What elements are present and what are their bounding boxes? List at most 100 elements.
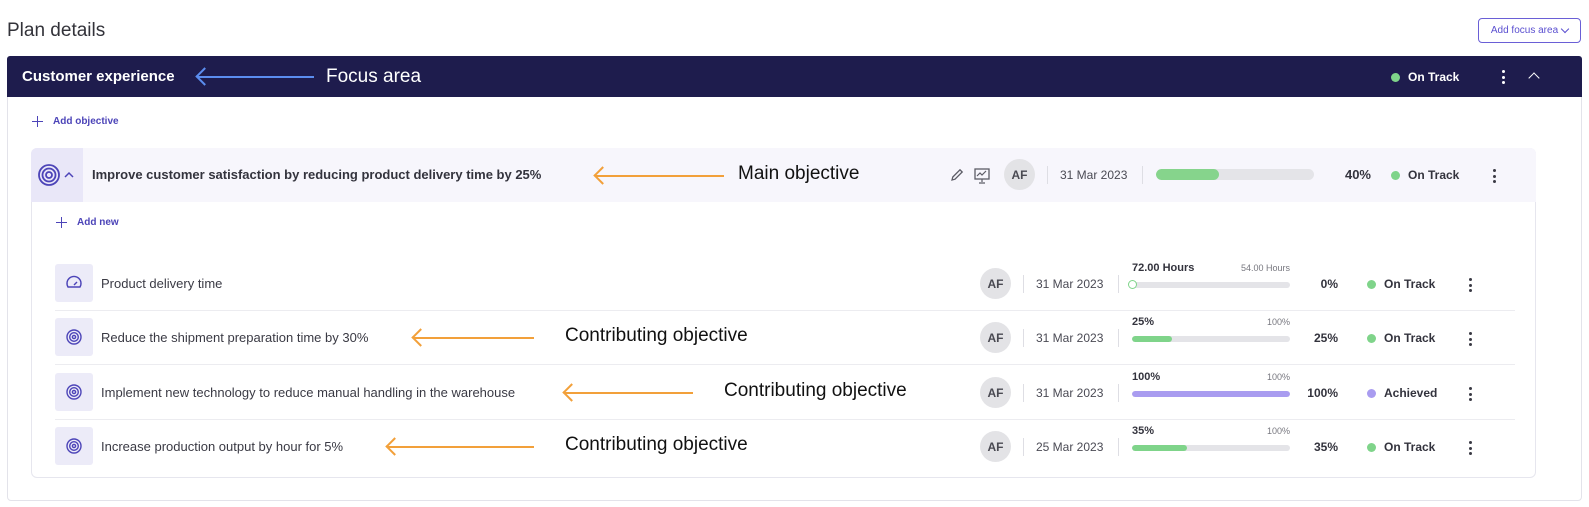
main-objective-icon-box[interactable]	[31, 148, 83, 202]
due-date: 31 Mar 2023	[1036, 331, 1104, 345]
annotation-arrow	[593, 166, 724, 185]
contributing-row[interactable]: Increase production output by hour for 5…	[55, 420, 1515, 474]
annotation-arrow	[385, 437, 534, 456]
add-new-label: Add new	[77, 217, 119, 228]
contributing-title: Increase production output by hour for 5…	[101, 439, 344, 454]
current-value: 35%	[1132, 425, 1155, 437]
plus-icon	[32, 116, 43, 127]
row-more-icon[interactable]	[1469, 441, 1473, 455]
focus-area-name: Customer experience	[22, 68, 175, 85]
objective-more-icon[interactable]	[1493, 169, 1497, 183]
divider	[1023, 275, 1024, 293]
plus-icon	[56, 217, 67, 228]
progress-start-marker	[1128, 280, 1137, 289]
target-icon	[66, 329, 82, 345]
current-value: 25%	[1132, 316, 1155, 328]
due-date: 31 Mar 2023	[1036, 277, 1104, 291]
contributing-title: Implement new technology to reduce manua…	[101, 385, 516, 400]
add-objective-label: Add objective	[53, 116, 119, 127]
edit-pencil-icon[interactable]	[949, 167, 965, 183]
row-more-icon[interactable]	[1469, 332, 1473, 346]
progress-bar	[1132, 445, 1290, 451]
status-label: On Track	[1384, 440, 1436, 454]
status-badge: Achieved	[1367, 386, 1437, 400]
status-badge: On Track	[1391, 168, 1459, 182]
status-label: On Track	[1408, 168, 1460, 182]
status-label: On Track	[1384, 277, 1436, 291]
divider	[1118, 275, 1119, 293]
avatar[interactable]: AF	[980, 268, 1011, 299]
status-dot-icon	[1367, 333, 1376, 343]
annotation-contributing-objective: Contributing objective	[724, 380, 907, 401]
focus-area-more-icon[interactable]	[1502, 70, 1506, 84]
collapse-chevron-up-icon[interactable]	[1528, 72, 1540, 84]
status-dot-icon	[1367, 442, 1376, 452]
annotation-contributing-objective: Contributing objective	[565, 434, 748, 455]
divider	[1023, 329, 1024, 347]
check-in-chart-icon[interactable]	[973, 167, 991, 184]
status-dot-icon	[1391, 170, 1400, 180]
main-objective-title: Improve customer satisfaction by reducin…	[92, 167, 542, 182]
progress-percent: 0%	[1320, 277, 1338, 291]
row-more-icon[interactable]	[1469, 387, 1473, 401]
target-value: 54.00 Hours	[1240, 263, 1290, 273]
status-dot-icon	[1367, 279, 1376, 289]
avatar[interactable]: AF	[1004, 159, 1035, 190]
target-value: 100%	[1266, 426, 1290, 436]
row-more-icon[interactable]	[1469, 278, 1473, 292]
add-focus-area-button[interactable]: Add focus area	[1478, 18, 1581, 43]
target-value: 100%	[1266, 317, 1290, 327]
progress-percent: 40%	[1344, 167, 1371, 182]
progress-bar-fill	[1132, 391, 1290, 397]
annotation-main-objective: Main objective	[738, 163, 860, 184]
divider	[1118, 329, 1119, 347]
divider	[1142, 166, 1143, 184]
add-focus-area-label: Add focus area	[1490, 25, 1559, 36]
contributing-row[interactable]: Product delivery time AF 31 Mar 2023 72.…	[55, 257, 1515, 311]
sub-icon-box	[55, 264, 93, 302]
status-badge: On Track	[1367, 277, 1435, 291]
add-objective-button[interactable]: Add objective	[32, 116, 119, 127]
avatar[interactable]: AF	[980, 431, 1011, 462]
sub-icon-box	[55, 373, 93, 411]
speedometer-icon	[66, 275, 82, 288]
annotation-arrow	[195, 67, 314, 86]
avatar[interactable]: AF	[980, 377, 1011, 408]
add-new-button[interactable]: Add new	[56, 217, 119, 228]
focus-area-status: On Track	[1391, 70, 1459, 84]
progress-bar	[1156, 169, 1314, 180]
focus-area-status-label: On Track	[1408, 70, 1460, 84]
progress-bar	[1132, 336, 1290, 342]
contributing-title: Product delivery time	[101, 276, 223, 291]
status-label: On Track	[1384, 331, 1436, 345]
progress-bar-fill	[1132, 336, 1172, 342]
divider	[1023, 384, 1024, 402]
annotation-arrow	[562, 383, 693, 402]
status-dot-icon	[1391, 72, 1400, 82]
page-title: Plan details	[7, 20, 106, 41]
avatar[interactable]: AF	[980, 322, 1011, 353]
chevron-down-icon	[1560, 24, 1570, 34]
current-value: 100%	[1132, 371, 1161, 383]
annotation-arrow	[411, 328, 534, 347]
progress-bar	[1132, 391, 1290, 397]
status-dot-icon	[1367, 388, 1376, 398]
status-label: Achieved	[1384, 386, 1438, 400]
target-value: 100%	[1266, 372, 1290, 382]
progress-bar	[1132, 282, 1290, 288]
target-icon	[66, 384, 82, 400]
divider	[1047, 166, 1048, 184]
contributing-row[interactable]: Reduce the shipment preparation time by …	[55, 311, 1515, 365]
divider	[1118, 438, 1119, 456]
progress-percent: 25%	[1313, 331, 1338, 345]
due-date: 31 Mar 2023	[1060, 168, 1128, 182]
due-date: 25 Mar 2023	[1036, 440, 1104, 454]
progress-bar-fill	[1156, 169, 1220, 180]
divider	[1118, 384, 1119, 402]
status-badge: On Track	[1367, 440, 1435, 454]
annotation-contributing-objective: Contributing objective	[565, 325, 748, 346]
annotation-focus-area: Focus area	[326, 66, 422, 87]
contributing-title: Reduce the shipment preparation time by …	[101, 330, 369, 345]
target-icon	[66, 438, 82, 454]
due-date: 31 Mar 2023	[1036, 386, 1104, 400]
